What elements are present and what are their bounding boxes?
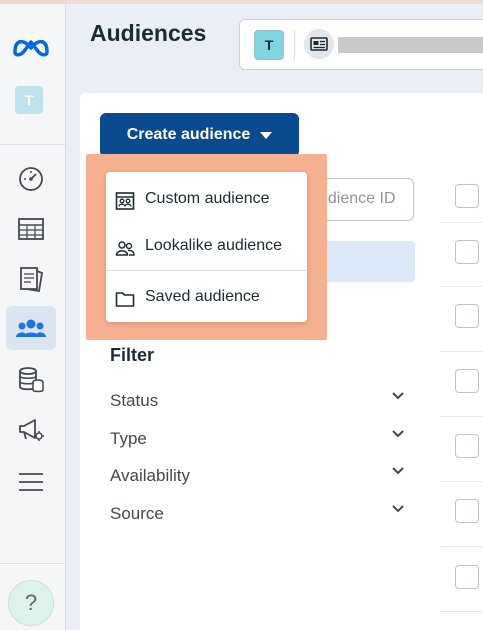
row-divider: [440, 481, 483, 482]
sidebar-item-campaign[interactable]: [6, 408, 56, 452]
people-icon: [16, 319, 46, 337]
create-audience-menu: Custom audience Lookalike audience Saved…: [106, 172, 307, 322]
create-audience-button[interactable]: Create audience: [100, 113, 299, 157]
row-checkbox[interactable]: [455, 499, 479, 523]
select-all-checkbox[interactable]: [455, 184, 479, 208]
ad-account-icon: [304, 29, 334, 59]
filter-source-label: Source: [110, 504, 164, 523]
database-icon: [19, 367, 44, 393]
menu-divider: [106, 270, 307, 271]
sidebar-divider: [0, 563, 65, 564]
row-checkbox[interactable]: [455, 434, 479, 458]
create-audience-label: Create audience: [126, 126, 251, 143]
row-divider: [440, 546, 483, 547]
chevron-down-icon: [392, 392, 404, 400]
row-checkbox[interactable]: [455, 304, 479, 328]
row-checkbox[interactable]: [455, 240, 479, 264]
menu-item-label: Custom audience: [145, 190, 270, 207]
sidebar-item-billing[interactable]: [6, 358, 56, 402]
filter-status-label: Status: [110, 391, 159, 410]
sidebar-item-menu[interactable]: [6, 460, 56, 504]
row-divider: [440, 222, 483, 223]
filter-title: Filter: [110, 345, 155, 365]
account-avatar[interactable]: T: [15, 86, 43, 114]
chevron-down-icon: [392, 430, 404, 438]
row-divider: [440, 351, 483, 352]
menu-item-custom-audience[interactable]: Custom audience: [106, 180, 307, 220]
help-icon: ?: [24, 590, 38, 615]
account-name-redacted: [338, 37, 483, 53]
menu-item-lookalike-audience[interactable]: Lookalike audience: [106, 227, 307, 267]
filter-type[interactable]: Type: [110, 429, 405, 453]
custom-audience-icon: [115, 192, 135, 210]
caret-down-icon: [260, 131, 273, 139]
filter-type-label: Type: [110, 429, 147, 448]
row-divider: [440, 611, 483, 612]
chevron-down-icon: [392, 467, 404, 475]
pages-icon: [20, 267, 44, 293]
sidebar-item-catalog[interactable]: [6, 257, 56, 301]
sidebar-item-ads-manager[interactable]: [6, 207, 56, 251]
gauge-icon: [19, 167, 43, 191]
account-divider: [294, 30, 295, 60]
menu-item-saved-audience[interactable]: Saved audience: [106, 278, 307, 318]
sidebar-item-audiences[interactable]: [6, 306, 56, 350]
meta-logo[interactable]: [6, 24, 56, 68]
row-divider: [440, 416, 483, 417]
page-title: Audiences: [90, 20, 207, 46]
row-checkbox[interactable]: [455, 369, 479, 393]
meta-logo-icon: [13, 39, 49, 57]
lookalike-audience-icon: [115, 241, 135, 256]
account-avatar: T: [254, 30, 284, 60]
top-strip: [0, 0, 483, 4]
left-sidebar: T ?: [0, 4, 66, 630]
sidebar-item-dashboard[interactable]: [6, 157, 56, 201]
filter-status[interactable]: Status: [110, 391, 405, 415]
sidebar-divider: [0, 144, 65, 145]
menu-item-label: Saved audience: [145, 288, 260, 305]
hamburger-menu-icon: [19, 473, 43, 491]
filter-availability[interactable]: Availability: [110, 466, 405, 490]
chevron-down-icon: [392, 505, 404, 513]
filter-source[interactable]: Source: [110, 504, 405, 528]
menu-item-label: Lookalike audience: [145, 237, 282, 254]
folder-icon: [115, 292, 135, 307]
filter-availability-label: Availability: [110, 466, 191, 485]
help-button[interactable]: ?: [8, 580, 54, 626]
megaphone-gear-icon: [19, 419, 44, 441]
row-divider: [440, 286, 483, 287]
row-checkbox[interactable]: [455, 565, 479, 589]
table-icon: [18, 218, 44, 240]
account-selector[interactable]: T: [239, 19, 483, 70]
